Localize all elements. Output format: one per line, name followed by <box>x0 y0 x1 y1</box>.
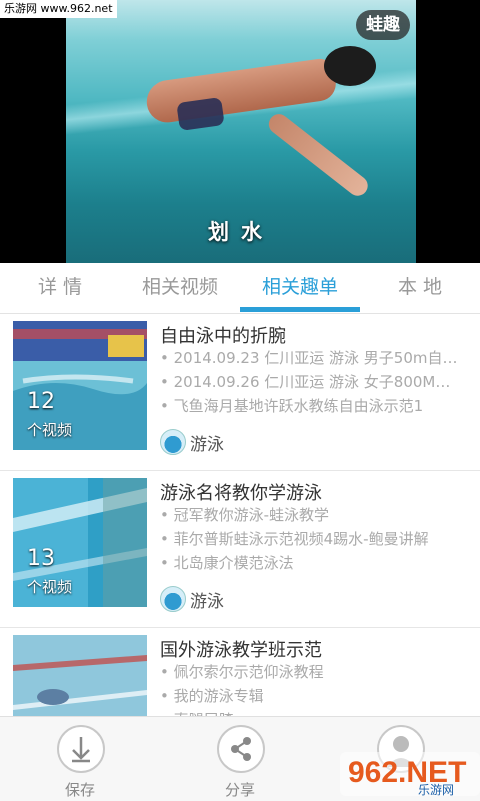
watermark-top: 乐游网 www.962.net <box>0 0 117 18</box>
video-subtitle: 划水 <box>208 220 274 244</box>
tab-related-videos[interactable]: 相关视频 <box>120 263 240 313</box>
site-watermark-logo: 962.NET 乐游网 <box>340 752 480 797</box>
video-logo-badge: 蛙趣 <box>356 10 410 40</box>
list-item[interactable]: 12 个视频 自由泳中的折腕 • 2014.09.23 仁川亚运 游泳 男子50… <box>0 314 480 471</box>
swimmer-arm <box>264 110 372 200</box>
playlist-video-entry: • 直腿屈膝 <box>160 708 465 716</box>
playlist-title[interactable]: 游泳名将教你学游泳 <box>160 479 322 505</box>
playlist-video-entry: • 飞鱼海月基地许跃水教练自由泳示范1 <box>160 397 424 415</box>
swim-category-icon <box>160 586 186 612</box>
save-label: 保存 <box>64 781 95 799</box>
video-count: 13 <box>27 546 55 571</box>
category-label: 游泳 <box>190 592 224 612</box>
playlist-thumbnail[interactable]: 12 个视频 <box>13 321 147 450</box>
video-player[interactable]: 蛙趣 划水 乐游网 www.962.net <box>0 0 480 263</box>
share-label: 分享 <box>224 781 255 799</box>
playlist-video-list: • 佩尔索尔示范仰泳教程 • 我的游泳专辑 • 直腿屈膝 <box>160 660 465 716</box>
playlist-title[interactable]: 国外游泳教学班示范 <box>160 636 322 662</box>
playlist-list[interactable]: 12 个视频 自由泳中的折腕 • 2014.09.23 仁川亚运 游泳 男子50… <box>0 314 480 716</box>
playlist-title[interactable]: 自由泳中的折腕 <box>160 322 286 348</box>
playlist-video-entry: • 2014.09.26 仁川亚运 游泳 女子800M… <box>160 373 451 391</box>
video-count: 12 <box>27 389 55 414</box>
playlist-thumbnail[interactable]: 13 个视频 <box>13 478 147 607</box>
playlist-video-entry: • 我的游泳专辑 <box>160 687 264 705</box>
playlist-video-entry: • 冠军教你游泳-蛙泳教学 <box>160 506 330 524</box>
list-item[interactable]: 国外游泳教学班示范 • 佩尔索尔示范仰泳教程 • 我的游泳专辑 • 直腿屈膝 <box>0 628 480 716</box>
swim-category-icon <box>160 429 186 455</box>
playlist-video-entry: • 2014.09.23 仁川亚运 游泳 男子50m自… <box>160 349 458 367</box>
download-icon <box>57 725 105 773</box>
pool-image <box>13 635 147 716</box>
video-count-label: 个视频 <box>27 578 73 596</box>
playlist-video-entry: • 北岛康介模范泳法 <box>160 554 294 572</box>
video-count-label: 个视频 <box>27 421 73 439</box>
tab-local[interactable]: 本 地 <box>360 263 480 313</box>
playlist-video-entry: • 佩尔索尔示范仰泳教程 <box>160 663 324 681</box>
share-icon <box>217 725 265 773</box>
list-item[interactable]: 13 个视频 游泳名将教你学游泳 • 冠军教你游泳-蛙泳教学 • 菲尔普斯蛙泳示… <box>0 471 480 628</box>
tab-active-indicator <box>240 307 360 312</box>
tab-related-lists[interactable]: 相关趣单 <box>240 263 360 313</box>
swimmer-trunks <box>176 97 225 131</box>
category-label: 游泳 <box>190 435 224 455</box>
share-button[interactable]: 分享 <box>200 725 280 799</box>
tab-details[interactable]: 详 情 <box>0 263 120 313</box>
swimmer-head <box>324 46 376 86</box>
playlist-video-entry: • 菲尔普斯蛙泳示范视频4踢水-鲍曼讲解 <box>160 530 429 548</box>
save-button[interactable]: 保存 <box>40 725 120 799</box>
playlist-video-list: • 冠军教你游泳-蛙泳教学 • 菲尔普斯蛙泳示范视频4踢水-鲍曼讲解 • 北岛康… <box>160 503 465 575</box>
svg-text:乐游网: 乐游网 <box>418 783 454 797</box>
playlist-thumbnail[interactable] <box>13 635 147 716</box>
playlist-video-list: • 2014.09.23 仁川亚运 游泳 男子50m自… • 2014.09.2… <box>160 346 465 418</box>
